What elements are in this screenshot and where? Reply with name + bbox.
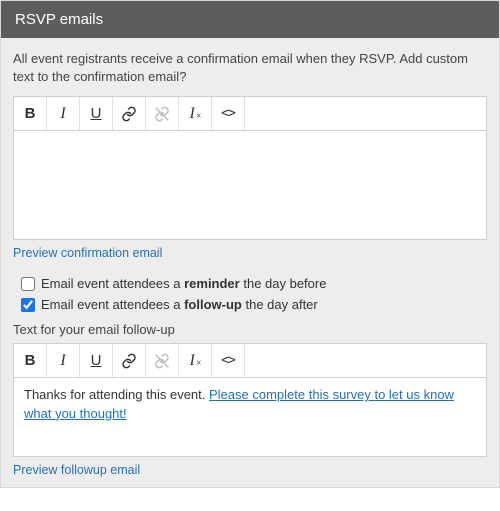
confirmation-editor: B I U I× <> [13, 96, 487, 240]
italic-button[interactable]: I [47, 97, 80, 130]
bold-button[interactable]: B [14, 97, 47, 130]
unlink-icon [154, 353, 170, 369]
reminder-label: Email event attendees a reminder the day… [41, 276, 326, 291]
panel-header: RSVP emails [1, 1, 499, 38]
preview-followup-link[interactable]: Preview followup email [13, 463, 140, 477]
link-icon [121, 106, 137, 122]
bold-button[interactable]: B [14, 344, 47, 377]
underline-button[interactable]: U [80, 344, 113, 377]
source-button[interactable]: <> [212, 344, 245, 377]
clear-format-button[interactable]: I× [179, 344, 212, 377]
italic-button[interactable]: I [47, 344, 80, 377]
intro-text: All event registrants receive a confirma… [13, 50, 487, 86]
confirmation-toolbar: B I U I× <> [14, 97, 486, 131]
clear-format-button[interactable]: I× [179, 97, 212, 130]
underline-button[interactable]: U [80, 97, 113, 130]
rsvp-emails-panel: RSVP emails All event registrants receiv… [0, 0, 500, 488]
panel-title: RSVP emails [15, 11, 103, 28]
link-icon [121, 353, 137, 369]
followup-label-text: Email event attendees a follow-up the da… [41, 297, 318, 312]
confirmation-textarea[interactable] [14, 131, 486, 239]
unlink-button[interactable] [146, 344, 179, 377]
reminder-row[interactable]: Email event attendees a reminder the day… [21, 276, 487, 291]
followup-textarea[interactable]: Thanks for attending this event. Please … [14, 378, 486, 456]
reminder-checkbox[interactable] [21, 277, 35, 291]
preview-confirmation-link[interactable]: Preview confirmation email [13, 246, 162, 260]
followup-checkbox[interactable] [21, 298, 35, 312]
source-button[interactable]: <> [212, 97, 245, 130]
unlink-icon [154, 106, 170, 122]
link-button[interactable] [113, 344, 146, 377]
link-button[interactable] [113, 97, 146, 130]
followup-editor-label: Text for your email follow-up [13, 322, 487, 337]
followup-text: Thanks for attending this event. [24, 387, 209, 402]
panel-body: All event registrants receive a confirma… [1, 38, 499, 487]
followup-editor: B I U I× <> [13, 343, 487, 457]
followup-row[interactable]: Email event attendees a follow-up the da… [21, 297, 487, 312]
followup-toolbar: B I U I× <> [14, 344, 486, 378]
unlink-button[interactable] [146, 97, 179, 130]
